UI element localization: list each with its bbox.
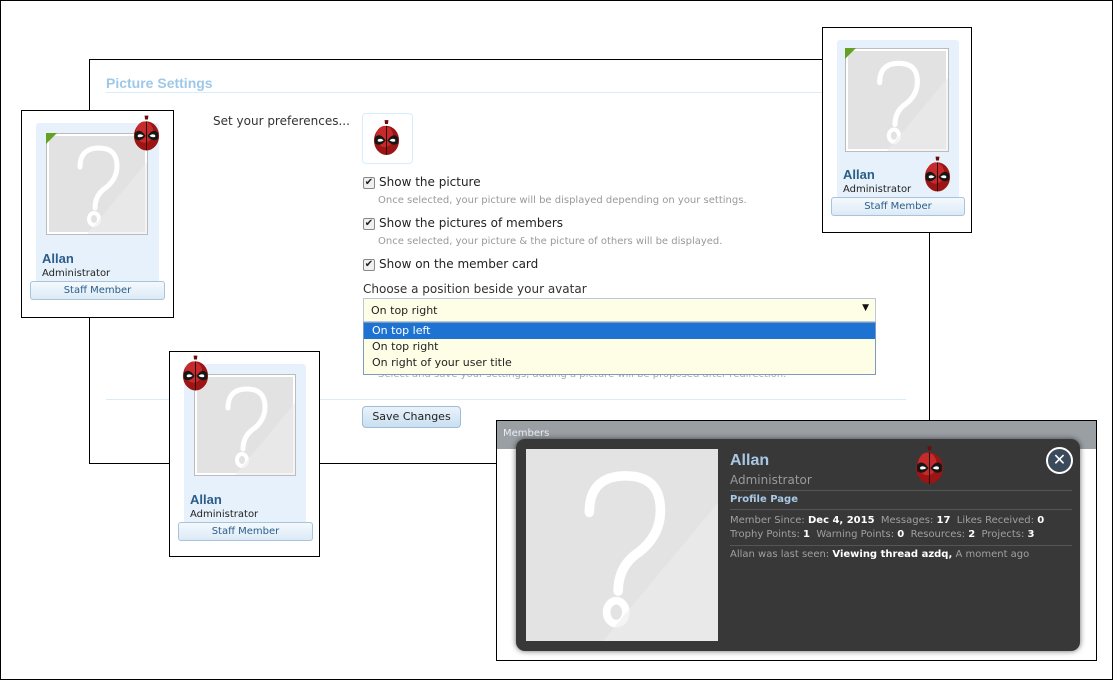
projects-value: 3 — [1027, 529, 1035, 540]
show-picture-checkbox[interactable]: ✔ — [363, 177, 375, 189]
trophy-label: Trophy Points: — [730, 529, 800, 540]
member-since-value: Dec 4, 2015 — [807, 515, 875, 526]
position-option-top-right[interactable]: On top right — [364, 339, 875, 355]
popup-user-title: Administrator — [730, 473, 812, 487]
question-mark-icon — [526, 449, 718, 641]
card-user-title: Administrator — [843, 184, 912, 195]
close-icon[interactable]: ✕ — [1046, 447, 1073, 474]
show-picture-label: Show the picture — [379, 175, 481, 189]
deadpool-mask-icon — [181, 355, 210, 393]
member-stats: Member Since: Dec 4, 2015 Messages: 17 L… — [730, 514, 1075, 542]
member-card-beside-title: Allan Administrator Staff Member — [822, 27, 972, 233]
deadpool-mask-icon — [132, 115, 161, 153]
position-label: Choose a position beside your avatar — [363, 282, 587, 296]
likes-label: Likes Received: — [956, 515, 1034, 526]
popup-divider — [730, 545, 1072, 546]
show-on-member-card-label: Show on the member card — [379, 257, 539, 271]
last-seen-info: Allan was last seen: Viewing thread azdq… — [730, 549, 1029, 560]
member-popup-screenshot: Members Allan Administrator Profile Page… — [496, 420, 1097, 661]
card-username[interactable]: Allan — [843, 167, 875, 182]
messages-value: 17 — [936, 515, 951, 526]
green-corner-icon — [46, 133, 57, 144]
position-option-right-of-title[interactable]: On right of your user title — [364, 355, 875, 371]
last-seen-time: A moment ago — [955, 549, 1030, 560]
dropdown-arrow-icon: ▼ — [862, 303, 869, 313]
members-page-title: Members — [503, 428, 550, 439]
popup-divider — [730, 490, 1072, 491]
member-card-top-right: Allan Administrator Staff Member — [21, 110, 174, 318]
position-select[interactable]: On top right ▼ — [363, 298, 876, 322]
member-tooltip-popup: Allan Administrator Profile Page Member … — [516, 439, 1080, 651]
settings-title: Picture Settings — [106, 75, 213, 91]
preferences-label: Set your preferences... — [213, 114, 350, 128]
trophy-value: 1 — [803, 529, 810, 540]
green-corner-icon — [845, 48, 856, 59]
member-card-top-left: Allan Administrator Staff Member — [169, 351, 320, 557]
show-member-pictures-label: Show the pictures of members — [379, 216, 564, 230]
popup-divider — [730, 509, 1072, 510]
warning-label: Warning Points: — [816, 529, 895, 540]
position-option-top-left[interactable]: On top left — [364, 323, 875, 339]
warning-value: 0 — [897, 529, 905, 540]
staff-member-badge: Staff Member — [831, 197, 965, 216]
show-picture-hint: Once selected, your picture will be disp… — [378, 195, 747, 206]
deadpool-mask-icon — [923, 156, 952, 194]
member-since-label: Member Since: — [730, 515, 805, 526]
position-select-value: On top right — [371, 304, 438, 317]
messages-label: Messages: — [880, 515, 934, 526]
show-member-pictures-checkbox[interactable]: ✔ — [363, 218, 375, 230]
resources-value: 2 — [968, 529, 976, 540]
settings-header: Picture Settings — [106, 73, 906, 93]
last-seen-action[interactable]: Viewing thread azdq, — [832, 549, 952, 560]
popup-placeholder-avatar[interactable] — [526, 449, 718, 641]
show-member-pictures-hint: Once selected, your picture & the pictur… — [378, 236, 723, 247]
picture-preview[interactable] — [362, 113, 413, 164]
card-user-title: Administrator — [190, 509, 259, 520]
show-on-member-card-checkbox[interactable]: ✔ — [363, 259, 375, 271]
position-dropdown-list: On top left On top right On right of you… — [363, 322, 876, 375]
staff-member-badge: Staff Member — [30, 281, 165, 300]
save-changes-button[interactable]: Save Changes — [362, 406, 461, 428]
deadpool-mask-icon — [372, 120, 401, 157]
projects-label: Projects: — [981, 529, 1025, 540]
resources-label: Resources: — [910, 529, 966, 540]
deadpool-mask-icon — [914, 446, 945, 486]
question-mark-icon — [846, 49, 948, 151]
last-seen-label: Allan was last seen: — [730, 549, 830, 560]
staff-member-badge: Staff Member — [178, 522, 313, 541]
card-username[interactable]: Allan — [42, 251, 74, 266]
question-mark-icon — [195, 375, 295, 475]
likes-value: 0 — [1037, 515, 1045, 526]
card-username[interactable]: Allan — [190, 492, 222, 507]
card-user-title: Administrator — [42, 268, 111, 279]
placeholder-avatar[interactable] — [845, 48, 949, 152]
profile-page-link[interactable]: Profile Page — [730, 494, 798, 505]
popup-username[interactable]: Allan — [730, 452, 769, 470]
